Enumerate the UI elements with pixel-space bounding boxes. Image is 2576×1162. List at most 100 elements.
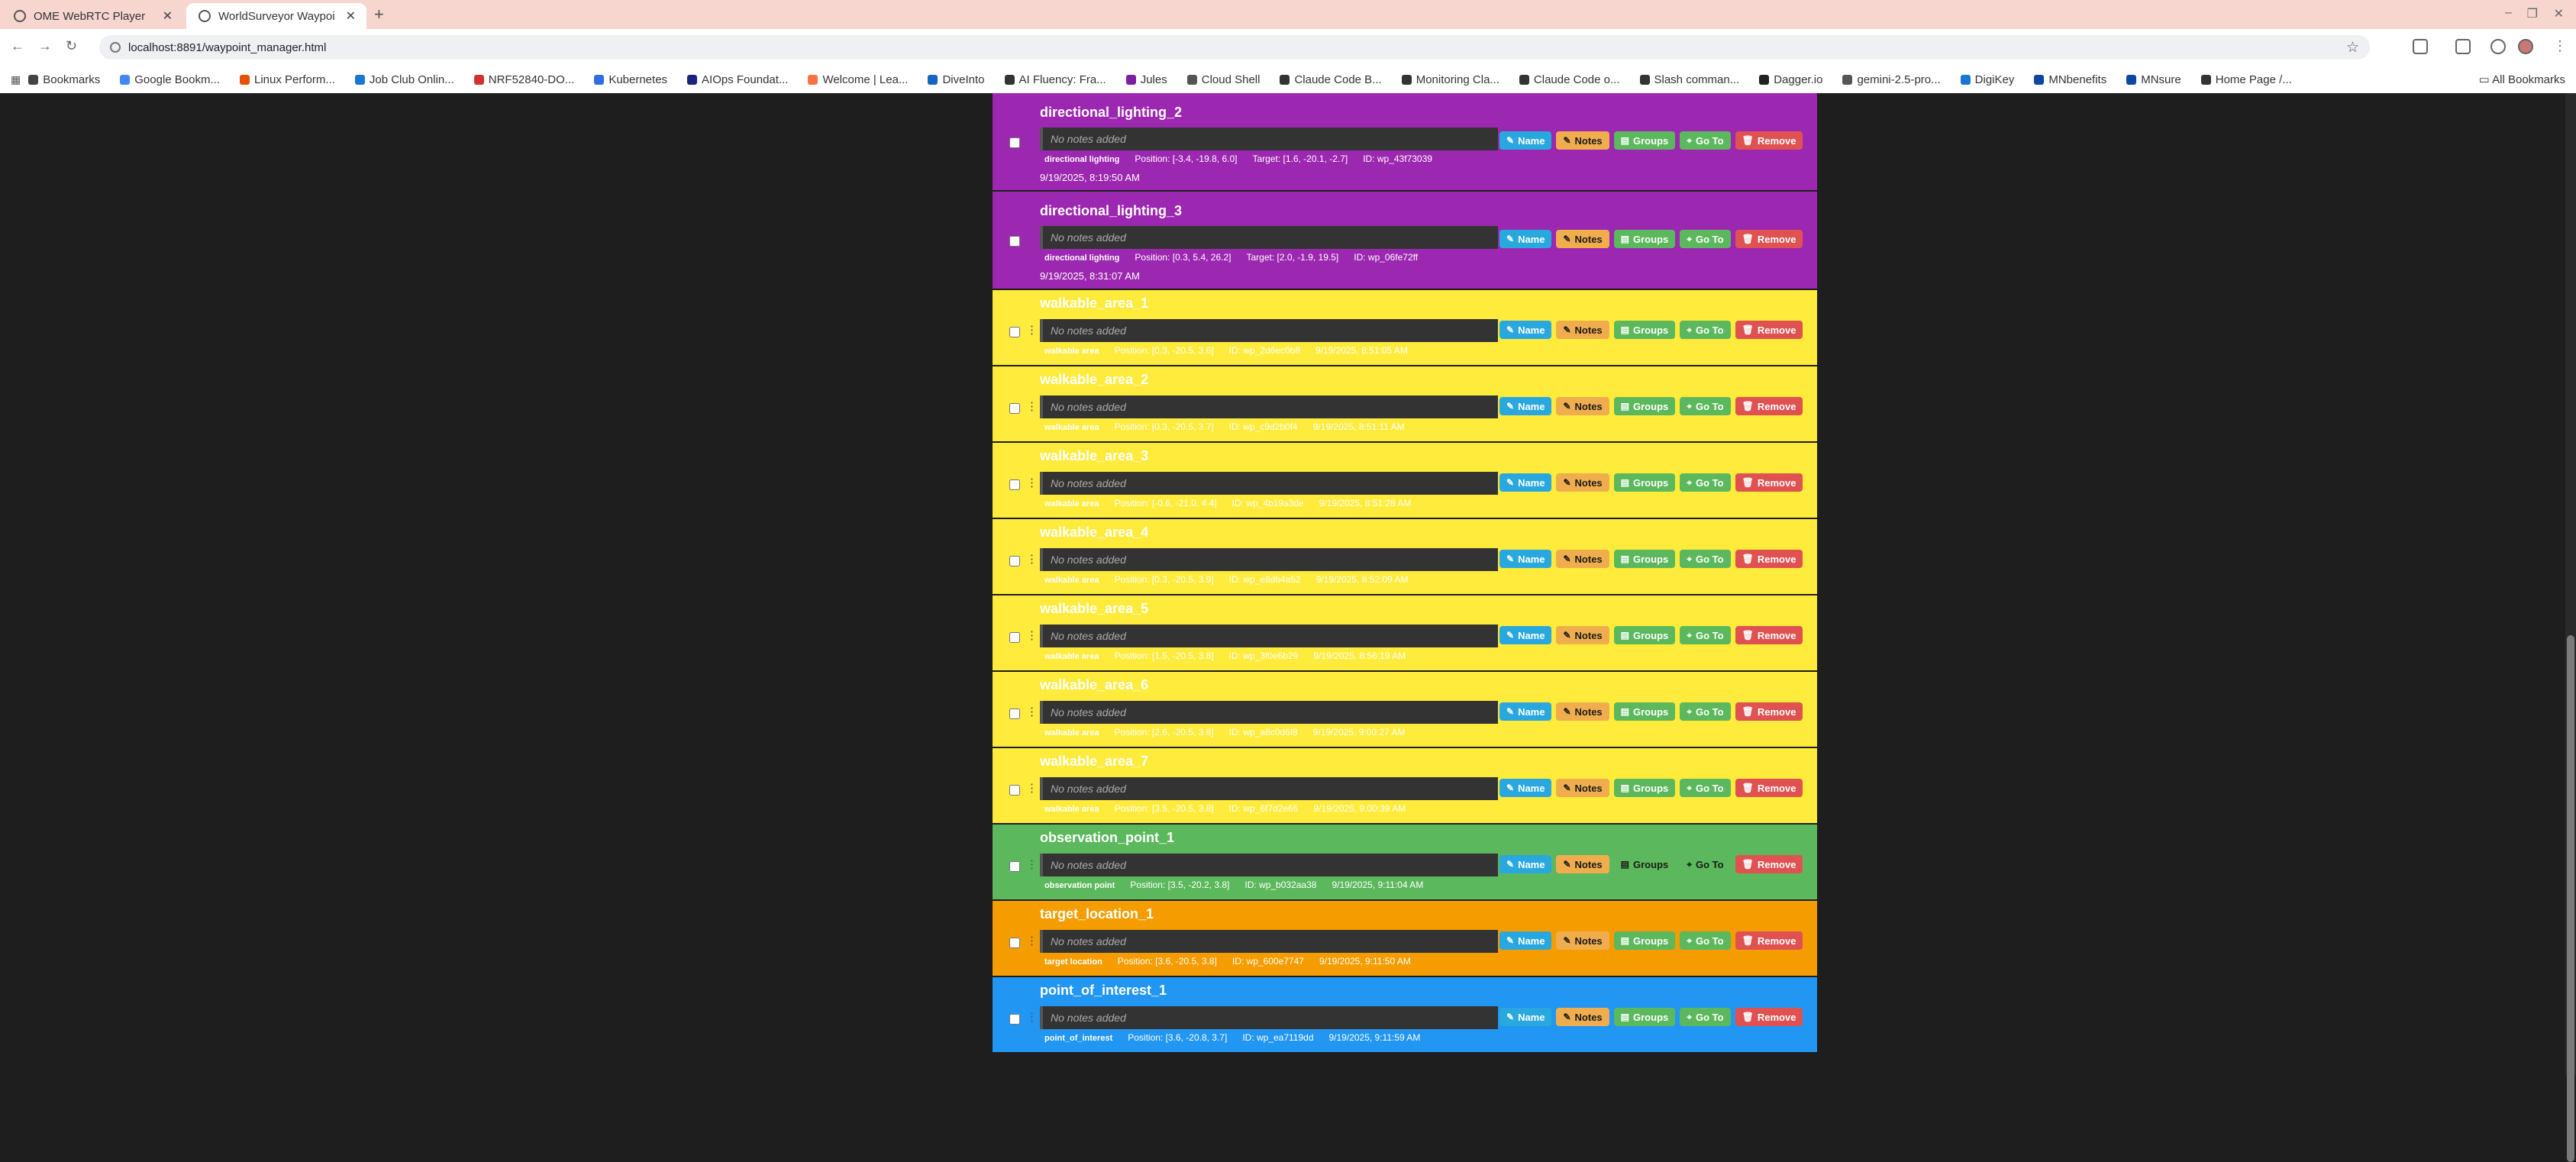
groups-button[interactable]: ▤ Groups	[1613, 131, 1676, 150]
bookmark-item[interactable]: AIOps Foundat...	[687, 73, 788, 86]
name-button[interactable]: ✎ Name	[1499, 550, 1552, 568]
site-info-icon[interactable]	[110, 42, 121, 53]
waypoint-select-checkbox[interactable]	[1009, 556, 1020, 566]
close-tab-icon[interactable]: ✕	[346, 8, 356, 24]
groups-button[interactable]: ▤ Groups	[1613, 931, 1676, 950]
waypoint-row[interactable]: ⋮⋮ observation_point_1 No notes added obser…	[993, 825, 1817, 901]
bookmark-item[interactable]: Google Bookm...	[120, 73, 220, 86]
bookmark-item[interactable]: DigiKey	[1960, 73, 2014, 86]
name-button[interactable]: ✎ Name	[1499, 931, 1552, 950]
goto-button[interactable]: ⌖ Go To	[1680, 131, 1731, 150]
name-button[interactable]: ✎ Name	[1499, 1008, 1552, 1026]
notes-button[interactable]: ✎ Notes	[1556, 1008, 1609, 1026]
url-field[interactable]: localhost:8891/waypoint_manager.html ☆	[99, 35, 2370, 60]
waypoint-select-checkbox[interactable]	[1009, 708, 1020, 719]
tab-worldsurveyor[interactable]: WorldSurveyor Waypoi ✕	[186, 3, 366, 29]
download-icon[interactable]	[2490, 39, 2506, 54]
remove-button[interactable]: 🗑 Remove	[1735, 397, 1803, 415]
remove-button[interactable]: 🗑 Remove	[1735, 321, 1803, 339]
bookmark-item[interactable]: MNbenefits	[2034, 73, 2106, 86]
waypoint-select-checkbox[interactable]	[1009, 938, 1020, 948]
remove-button[interactable]: 🗑 Remove	[1735, 931, 1803, 950]
remove-button[interactable]: 🗑 Remove	[1735, 626, 1803, 644]
forward-icon[interactable]: →	[38, 38, 52, 54]
waypoint-row[interactable]: ⋮⋮ walkable_area_5 No notes added walkable …	[993, 596, 1817, 672]
apps-icon[interactable]: ▦	[11, 73, 21, 86]
profile-avatar[interactable]	[2518, 39, 2533, 54]
notes-button[interactable]: ✎ Notes	[1556, 931, 1609, 950]
new-tab-icon[interactable]: +	[374, 5, 384, 24]
bookmark-item[interactable]: NRF52840-DO...	[473, 73, 574, 86]
waypoint-select-checkbox[interactable]	[1009, 137, 1020, 148]
waypoint-row[interactable]: directional_lighting_2 No notes added dire…	[993, 93, 1817, 192]
groups-button[interactable]: ▤ Groups	[1613, 779, 1676, 797]
remove-button[interactable]: 🗑 Remove	[1735, 473, 1803, 492]
name-button[interactable]: ✎ Name	[1499, 779, 1552, 797]
bookmark-item[interactable]: Slash comman...	[1639, 73, 1739, 86]
waypoint-select-checkbox[interactable]	[1009, 632, 1020, 643]
waypoint-select-checkbox[interactable]	[1009, 861, 1020, 872]
bookmark-item[interactable]: Job Club Onlin...	[354, 73, 454, 86]
groups-button[interactable]: ▤ Groups	[1613, 397, 1676, 415]
notes-button[interactable]: ✎ Notes	[1556, 779, 1609, 797]
waypoint-row[interactable]: ⋮⋮ walkable_area_3 No notes added walkable …	[993, 443, 1817, 519]
remove-button[interactable]: 🗑 Remove	[1735, 131, 1803, 150]
bookmark-item[interactable]: Cloud Shell	[1186, 73, 1260, 86]
minimize-icon[interactable]: –	[2505, 6, 2512, 20]
bookmark-item[interactable]: Bookmarks	[28, 73, 100, 86]
bookmark-item[interactable]: gemini-2.5-pro...	[1842, 73, 1941, 86]
waypoint-select-checkbox[interactable]	[1009, 236, 1020, 247]
notes-button[interactable]: ✎ Notes	[1556, 626, 1609, 644]
scrollbar-thumb[interactable]	[2567, 635, 2574, 1162]
notes-button[interactable]: ✎ Notes	[1556, 397, 1609, 415]
name-button[interactable]: ✎ Name	[1499, 230, 1552, 248]
waypoint-select-checkbox[interactable]	[1009, 327, 1020, 337]
reload-icon[interactable]: ↻	[66, 38, 77, 54]
name-button[interactable]: ✎ Name	[1499, 473, 1552, 492]
bookmark-item[interactable]: AI Fluency: Fra...	[1004, 73, 1106, 86]
back-icon[interactable]: ←	[11, 38, 24, 54]
menu-icon[interactable]: ⋮	[2553, 38, 2567, 54]
waypoint-row[interactable]: ⋮⋮ walkable_area_4 No notes added walkable …	[993, 519, 1817, 596]
notes-button[interactable]: ✎ Notes	[1556, 131, 1609, 150]
notes-button[interactable]: ✎ Notes	[1556, 321, 1609, 339]
waypoint-row[interactable]: ⋮⋮ point_of_interest_1 No notes added point…	[993, 977, 1817, 1054]
notes-button[interactable]: ✎ Notes	[1556, 230, 1609, 248]
name-button[interactable]: ✎ Name	[1499, 397, 1552, 415]
remove-button[interactable]: 🗑 Remove	[1735, 702, 1803, 721]
groups-button[interactable]: ▤ Groups	[1613, 1008, 1676, 1026]
close-window-icon[interactable]: ✕	[2554, 6, 2564, 21]
name-button[interactable]: ✎ Name	[1499, 131, 1552, 150]
notes-button[interactable]: ✎ Notes	[1556, 473, 1609, 492]
remove-button[interactable]: 🗑 Remove	[1735, 230, 1803, 248]
groups-button[interactable]: ▤ Groups	[1613, 702, 1676, 721]
waypoint-row[interactable]: ⋮⋮ walkable_area_7 No notes added walkable …	[993, 748, 1817, 825]
notes-button[interactable]: ✎ Notes	[1556, 855, 1609, 873]
goto-button[interactable]: ⌖ Go To	[1680, 626, 1731, 644]
waypoint-select-checkbox[interactable]	[1009, 1014, 1020, 1025]
goto-button[interactable]: ⌖ Go To	[1680, 473, 1731, 492]
extensions-icon[interactable]	[2413, 39, 2428, 54]
all-bookmarks[interactable]: ▭ All Bookmarks	[2479, 73, 2565, 86]
groups-button[interactable]: ▤ Groups	[1613, 321, 1676, 339]
remove-button[interactable]: 🗑 Remove	[1735, 1008, 1803, 1026]
bookmark-item[interactable]: MNsure	[2126, 73, 2181, 86]
groups-button[interactable]: ▤ Groups	[1613, 626, 1676, 644]
bookmark-item[interactable]: Kubernetes	[594, 73, 667, 86]
bookmark-item[interactable]: Claude Code B...	[1280, 73, 1382, 86]
tab-ome-webrtc-player[interactable]: OME WebRTC Player ✕	[2, 3, 183, 29]
goto-button[interactable]: ⌖ Go To	[1680, 550, 1731, 568]
scrollbar[interactable]	[2565, 93, 2576, 1162]
bookmark-item[interactable]: Jules	[1125, 73, 1167, 86]
groups-button[interactable]: ▤ Groups	[1614, 855, 1676, 873]
goto-button[interactable]: ⌖ Go To	[1680, 1008, 1731, 1026]
goto-button[interactable]: ⌖ Go To	[1680, 855, 1730, 873]
goto-button[interactable]: ⌖ Go To	[1680, 230, 1731, 248]
notes-button[interactable]: ✎ Notes	[1556, 550, 1609, 568]
name-button[interactable]: ✎ Name	[1499, 626, 1552, 644]
bookmark-star-icon[interactable]: ☆	[2346, 39, 2359, 56]
waypoint-row[interactable]: ⋮⋮ walkable_area_1 No notes added walkable …	[993, 290, 1817, 366]
remove-button[interactable]: 🗑 Remove	[1735, 779, 1803, 797]
groups-button[interactable]: ▤ Groups	[1613, 473, 1676, 492]
name-button[interactable]: ✎ Name	[1499, 702, 1552, 721]
